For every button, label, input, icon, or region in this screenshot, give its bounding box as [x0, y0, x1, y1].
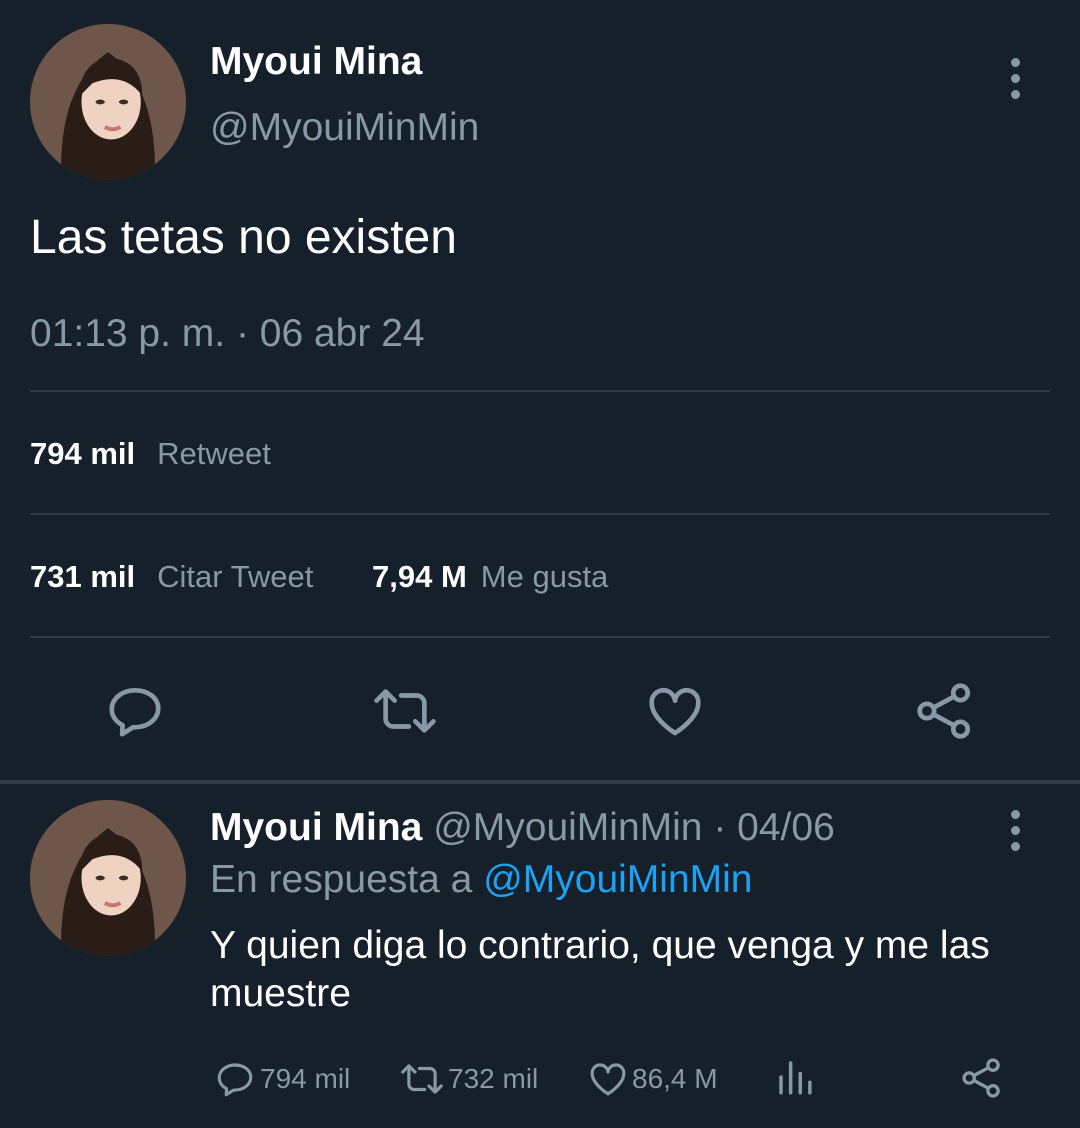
reply-count: 794 mil: [260, 1063, 351, 1094]
author-name[interactable]: Myoui Mina: [210, 40, 422, 84]
reply-icon[interactable]: [104, 680, 166, 742]
quotes-count: 731 mil: [30, 559, 136, 594]
like-icon: [586, 1058, 630, 1100]
avatar[interactable]: [30, 24, 186, 180]
reply-to-link[interactable]: @MyouiMinMin: [483, 858, 752, 901]
avatar[interactable]: [30, 800, 186, 956]
retweet-icon: [398, 1058, 446, 1100]
retweets-label: Retweet: [157, 436, 271, 471]
retweet-count: 732 mil: [448, 1063, 539, 1094]
reply-author-handle[interactable]: @MyouiMinMin: [433, 806, 702, 849]
divider: [30, 390, 1050, 392]
more-options-icon[interactable]: [1011, 58, 1020, 99]
reply-context: En respuesta a @MyouiMinMin: [210, 858, 753, 902]
like-count: 86,4 M: [632, 1063, 718, 1094]
avatar-image: [30, 24, 186, 180]
more-options-icon[interactable]: [1011, 810, 1020, 851]
retweet-icon[interactable]: [370, 680, 440, 742]
reply-author-name[interactable]: Myoui Mina: [210, 806, 422, 849]
reply-header: Myoui Mina @MyouiMinMin · 04/06: [210, 806, 835, 850]
divider: [30, 513, 1050, 515]
likes-stat[interactable]: 7,94 M Me gusta: [372, 559, 608, 595]
reply-prefix: En respuesta a: [210, 858, 473, 901]
quotes-label: Citar Tweet: [157, 559, 314, 594]
avatar-image: [30, 800, 186, 956]
share-icon[interactable]: [914, 680, 976, 742]
like-icon[interactable]: [644, 680, 706, 742]
reply-action-like[interactable]: 86,4 M: [586, 1058, 718, 1100]
divider: [30, 636, 1050, 638]
quotes-stat[interactable]: 731 mil Citar Tweet: [30, 559, 313, 595]
share-icon[interactable]: [960, 1056, 1004, 1100]
reply-date[interactable]: · 04/06: [713, 806, 834, 849]
reply-text: Y quien diga lo contrario, que venga y m…: [210, 924, 990, 1015]
tweet-text: Las tetas no existen: [30, 211, 457, 264]
author-handle[interactable]: @MyouiMinMin: [210, 106, 479, 150]
reply-action-reply[interactable]: 794 mil: [214, 1058, 350, 1100]
retweets-count: 794 mil: [30, 436, 136, 471]
likes-label: Me gusta: [480, 559, 609, 594]
analytics-icon[interactable]: [774, 1056, 816, 1098]
reply-icon: [214, 1058, 256, 1100]
retweets-stat[interactable]: 794 mil Retweet: [30, 436, 271, 472]
likes-count: 7,94 M: [372, 559, 467, 594]
reply-action-retweet[interactable]: 732 mil: [398, 1058, 538, 1100]
tweet-timestamp: 01:13 p. m. · 06 abr 24: [30, 312, 425, 355]
section-divider: [0, 780, 1080, 784]
